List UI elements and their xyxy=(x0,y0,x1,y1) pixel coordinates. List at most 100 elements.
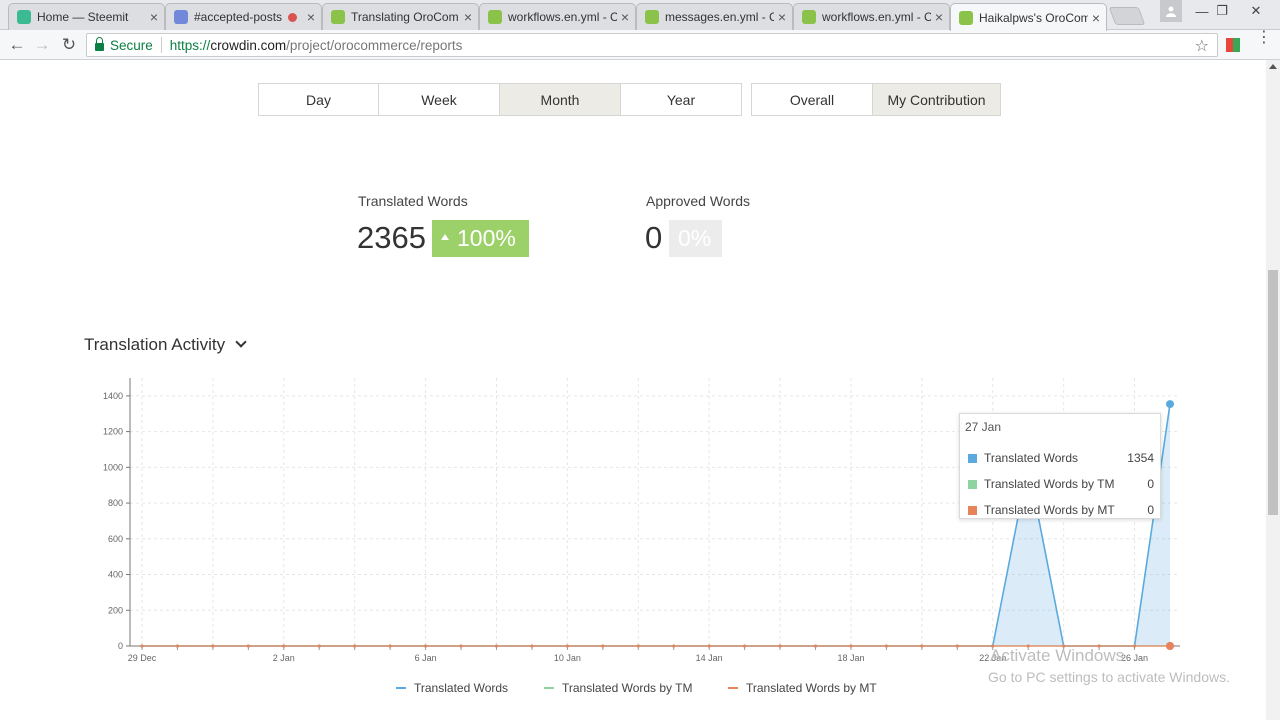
reload-button[interactable]: ↻ xyxy=(58,35,80,55)
scope-toggle: Overall My Contribution xyxy=(751,83,1001,116)
legend-item[interactable]: Translated Words xyxy=(396,680,508,696)
tab-close-icon[interactable]: × xyxy=(935,9,943,25)
forward-button[interactable]: → xyxy=(31,35,53,55)
data-point xyxy=(778,644,782,648)
restore-button[interactable]: ❐ xyxy=(1210,0,1234,22)
legend-line xyxy=(728,687,738,689)
translated-words-label: Translated Words xyxy=(358,193,468,209)
crowdin-favicon-icon xyxy=(802,10,816,24)
tab-title: Translating OroCom xyxy=(351,10,459,24)
legend-line xyxy=(544,687,554,689)
tab-title: #accepted-posts xyxy=(194,10,283,24)
browser-tab[interactable]: Home — Steemit × xyxy=(8,3,165,30)
browser-tabstrip: Home — Steemit × #accepted-posts × Trans… xyxy=(0,0,1280,31)
data-point xyxy=(920,644,924,648)
tab-close-icon[interactable]: × xyxy=(1092,10,1100,26)
bookmark-star-icon[interactable]: ☆ xyxy=(1195,36,1209,56)
scroll-up-arrow-icon[interactable] xyxy=(1269,64,1277,69)
activate-windows-title: Activate Windows xyxy=(990,646,1125,665)
divider xyxy=(160,37,162,53)
y-tick-label: 1400 xyxy=(103,391,123,401)
data-point xyxy=(530,644,534,648)
data-point xyxy=(459,644,463,648)
scope-my-contribution-button[interactable]: My Contribution xyxy=(872,83,1001,116)
x-tick-label: 2 Jan xyxy=(273,653,295,663)
page-scrollbar[interactable] xyxy=(1266,60,1280,720)
tab-close-icon[interactable]: × xyxy=(464,9,472,25)
extension-icon[interactable] xyxy=(1226,38,1240,52)
approved-words-value: 0 xyxy=(645,220,663,255)
crowdin-favicon-icon xyxy=(488,10,502,24)
tab-close-icon[interactable]: × xyxy=(150,9,158,25)
browser-tab[interactable]: #accepted-posts × xyxy=(165,3,322,30)
tab-title: workflows.en.yml - C xyxy=(508,10,617,24)
data-point xyxy=(246,644,250,648)
data-point xyxy=(707,644,711,648)
user-profile-icon[interactable] xyxy=(1160,0,1182,22)
period-month-button[interactable]: Month xyxy=(499,83,621,116)
tab-title: workflows.en.yml - C xyxy=(822,10,931,24)
period-year-button[interactable]: Year xyxy=(620,83,742,116)
approved-words-label: Approved Words xyxy=(646,193,751,209)
tab-close-icon[interactable]: × xyxy=(307,9,315,25)
browser-tab-active[interactable]: Haikalpws's OroCom × xyxy=(950,3,1107,31)
translated-change-value: 100% xyxy=(457,225,516,251)
y-tick-label: 800 xyxy=(108,498,123,508)
tab-title: Haikalpws's OroCom xyxy=(979,10,1088,25)
tooltip-swatch xyxy=(968,479,977,489)
crowdin-favicon-icon xyxy=(959,10,973,25)
url-scheme: https:// xyxy=(169,37,211,53)
tooltip-row: Translated Words by MT 0 xyxy=(968,500,1154,520)
tab-close-icon[interactable]: × xyxy=(621,9,629,25)
data-point xyxy=(282,644,286,648)
scrollbar-thumb[interactable] xyxy=(1268,270,1278,515)
y-tick-label: 200 xyxy=(108,605,123,615)
new-tab-button[interactable] xyxy=(1108,7,1146,25)
data-point xyxy=(601,644,605,648)
x-tick-label: 26 Jan xyxy=(1121,653,1148,663)
close-window-button[interactable]: ✕ xyxy=(1238,0,1274,22)
lock-icon xyxy=(95,37,104,51)
tab-close-icon[interactable]: × xyxy=(778,9,786,25)
browser-tab[interactable]: Translating OroCom × xyxy=(322,3,479,30)
x-tick-label: 18 Jan xyxy=(837,653,864,663)
arrow-up-icon xyxy=(441,233,449,240)
recording-icon xyxy=(287,12,297,22)
legend-label: Translated Words by MT xyxy=(746,681,877,695)
tooltip-swatch xyxy=(968,453,977,463)
browser-tab[interactable]: workflows.en.yml - C × xyxy=(793,3,950,30)
period-week-button[interactable]: Week xyxy=(378,83,500,116)
tooltip-series-name: Translated Words by MT xyxy=(984,503,1115,517)
data-point xyxy=(317,644,321,648)
browser-toolbar: ← → ↻ Secure https:// crowdin.com /proje… xyxy=(0,30,1280,60)
data-point xyxy=(955,644,959,648)
chevron-down-icon xyxy=(235,336,247,348)
approved-change-badge: 0% xyxy=(669,220,722,257)
tooltip-series-value: 0 xyxy=(1147,503,1154,517)
section-title: Translation Activity xyxy=(84,335,226,354)
legend-item[interactable]: Translated Words by MT xyxy=(728,680,877,696)
x-tick-label: 29 Dec xyxy=(128,653,157,663)
scope-overall-button[interactable]: Overall xyxy=(751,83,873,116)
browser-tab[interactable]: workflows.en.yml - C × xyxy=(479,3,636,30)
tooltip-date: 27 Jan xyxy=(965,420,1002,434)
translation-activity-dropdown[interactable]: Translation Activity xyxy=(84,335,247,355)
tooltip-series-value: 1354 xyxy=(1127,451,1154,465)
period-day-button[interactable]: Day xyxy=(258,83,379,116)
chrome-menu-icon[interactable]: ⋮ xyxy=(1256,30,1272,46)
y-tick-label: 400 xyxy=(108,570,123,580)
browser-tab[interactable]: messages.en.yml - C × xyxy=(636,3,793,30)
y-tick-label: 600 xyxy=(108,534,123,544)
back-button[interactable]: ← xyxy=(6,35,28,55)
address-bar[interactable]: Secure https:// crowdin.com /project/oro… xyxy=(86,33,1218,57)
data-point xyxy=(175,644,179,648)
legend-item[interactable]: Translated Words by TM xyxy=(544,680,693,696)
data-point xyxy=(424,644,428,648)
translated-words-value: 2365 xyxy=(357,220,426,255)
legend-label: Translated Words by TM xyxy=(562,681,693,695)
data-point xyxy=(672,644,676,648)
x-tick-label: 6 Jan xyxy=(415,653,437,663)
tooltip-series-name: Translated Words by TM xyxy=(984,477,1115,491)
y-tick-label: 0 xyxy=(118,641,123,651)
tooltip-series-value: 0 xyxy=(1147,477,1154,491)
